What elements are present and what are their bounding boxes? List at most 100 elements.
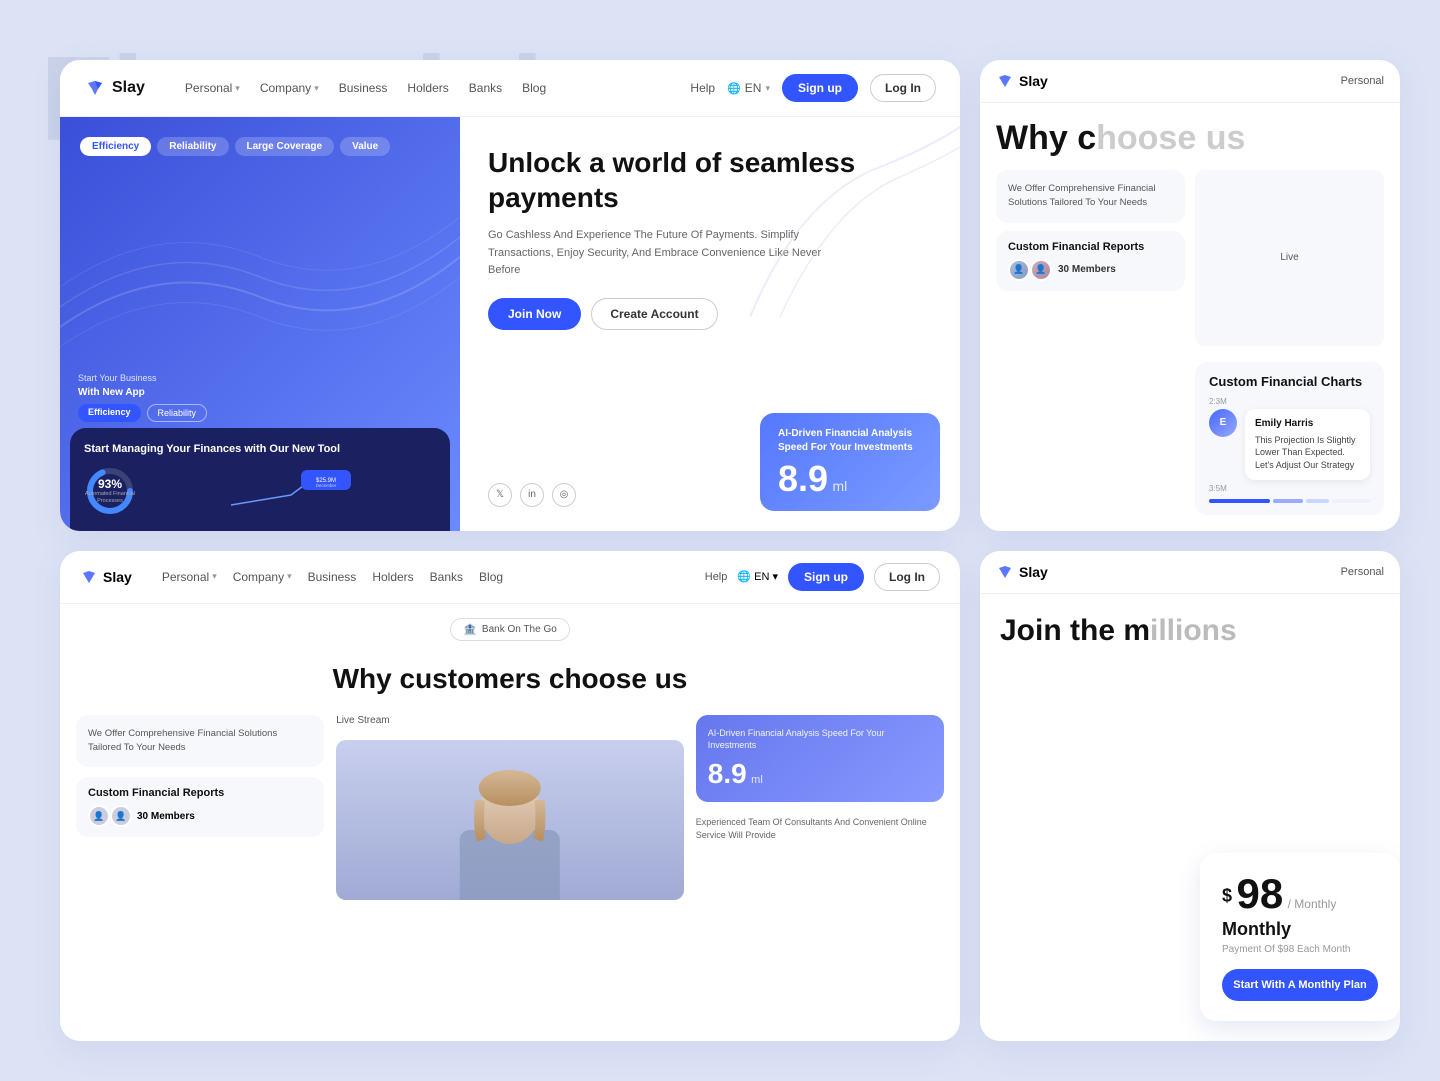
bottom-nav-blog[interactable]: Blog: [479, 570, 503, 584]
ai-bottom-card: AI-Driven Financial Analysis Speed For Y…: [696, 715, 944, 802]
bottom-login-button[interactable]: Log In: [874, 563, 940, 591]
tag-large-coverage[interactable]: Large Coverage: [235, 137, 335, 156]
bottom-member-count: 30 Members: [137, 811, 195, 822]
nav-language[interactable]: 🌐 EN ▾: [727, 81, 770, 95]
bottom-custom-reports: Custom Financial Reports 👤 👤 30 Members: [76, 777, 324, 837]
mini-chart: $25.9M December: [146, 465, 436, 517]
nav-right: Help 🌐 EN ▾ Sign up Log In: [690, 74, 936, 102]
emily-message: This Projection Is Slightly Lower Than E…: [1255, 434, 1360, 472]
bank-badge: 🏦 Bank On The Go: [450, 618, 570, 641]
why-left-subcards: We Offer Comprehensive Financial Solutio…: [996, 170, 1185, 515]
bottom-nav-personal[interactable]: Personal ▾: [162, 570, 217, 584]
chart-time2: 3:5M: [1209, 484, 1370, 493]
ai-number-row: 8.9 ml: [778, 461, 922, 497]
experienced-text: Experienced Team Of Consultants And Conv…: [696, 816, 944, 843]
bottom-lang[interactable]: 🌐 EN ▾: [737, 570, 778, 583]
chevron-down-icon: ▾: [235, 83, 240, 94]
why-customers-card: Slay Personal ▾ Company ▾ Business Holde…: [60, 551, 960, 1042]
mini-logo-icon: [996, 72, 1014, 90]
start-plan-button[interactable]: Start With A Monthly Plan: [1222, 969, 1378, 1001]
bottom-nav-holders[interactable]: Holders: [372, 570, 413, 584]
nav-business[interactable]: Business: [339, 81, 388, 95]
nav-blog[interactable]: Blog: [522, 81, 546, 95]
why-customers-heading: Why customers choose us: [80, 663, 940, 695]
live-stream-person: [336, 740, 684, 900]
ai-bottom-title: AI-Driven Financial Analysis Speed For Y…: [708, 727, 932, 752]
tag-efficiency[interactable]: Efficiency: [80, 137, 151, 156]
comprehensive-card: We Offer Comprehensive Financial Solutio…: [996, 170, 1185, 223]
logo-icon: [84, 77, 106, 99]
donut-percent: 93%: [98, 477, 122, 491]
features-grid: We Offer Comprehensive Financial Solutio…: [60, 715, 960, 916]
price-desc: Payment Of $98 Each Month: [1222, 944, 1378, 955]
price-period: / Monthly: [1288, 897, 1337, 911]
app-mockup: Start Your Business With New App Efficie…: [70, 373, 450, 530]
bottom-member-2: 👤: [110, 805, 132, 827]
ai-card-title: AI-Driven Financial Analysis Speed For Y…: [778, 427, 922, 455]
hero-navbar: Slay Personal ▾ Company ▾ Business Holde…: [60, 60, 960, 117]
why-right-subcards: Live Custom Financial Charts 2:3M E Emil…: [1195, 170, 1384, 515]
custom-reports-card: Custom Financial Reports 👤 👤 30 Members: [996, 231, 1185, 291]
why-heading: Why choose us: [996, 119, 1384, 158]
live-stream-area: Live: [1195, 170, 1384, 346]
nav-company[interactable]: Company ▾: [260, 81, 319, 95]
pricing-card: $ 98 / Monthly Monthly Payment Of $98 Ea…: [1200, 853, 1400, 1021]
right-bottom-navbar: Slay Personal: [980, 551, 1400, 594]
nav-personal[interactable]: Personal ▾: [185, 81, 240, 95]
bottom-members-row: 👤 👤 30 Members: [88, 805, 312, 827]
bottom-nav-company[interactable]: Company ▾: [233, 570, 292, 584]
x-social-icon[interactable]: 𝕏: [488, 483, 512, 507]
bottom-nav-banks[interactable]: Banks: [430, 570, 463, 584]
bottom-logo-icon: [80, 568, 98, 586]
signup-button[interactable]: Sign up: [782, 74, 858, 102]
members-row: 👤 👤 30 Members: [1008, 259, 1173, 281]
app-label1: Start Your Business: [78, 373, 442, 383]
hero-card: Slay Personal ▾ Company ▾ Business Holde…: [60, 60, 960, 531]
member-count: 30 Members: [1058, 264, 1116, 275]
ai-bottom-unit: ml: [751, 774, 763, 786]
hero-waves: [60, 177, 460, 377]
comprehensive-feature-card: We Offer Comprehensive Financial Solutio…: [76, 715, 324, 768]
bottom-logo[interactable]: Slay: [80, 568, 132, 586]
bank-badge-wrap: 🏦 Bank On The Go: [60, 604, 960, 655]
chart-subcard: Custom Financial Charts 2:3M E Emily Har…: [1195, 362, 1384, 515]
right-top-navbar: Slay Personal: [980, 60, 1400, 103]
tag-value[interactable]: Value: [340, 137, 390, 156]
hero-tags: Efficiency Reliability Large Coverage Va…: [80, 137, 440, 156]
emily-name: Emily Harris: [1255, 417, 1360, 431]
bottom-nav-links: Personal ▾ Company ▾ Business Holders Ba…: [162, 570, 705, 584]
create-account-button[interactable]: Create Account: [591, 298, 717, 330]
bottom-reports-title: Custom Financial Reports: [88, 787, 312, 799]
logo[interactable]: Slay: [84, 77, 145, 99]
comprehensive-text: We Offer Comprehensive Financial Solutio…: [1008, 182, 1173, 211]
join-now-button[interactable]: Join Now: [488, 298, 581, 330]
login-button[interactable]: Log In: [870, 74, 936, 102]
why-heading-area: Why choose us: [980, 103, 1400, 162]
join-card: Slay Personal Join the millions $ 98 / M…: [980, 551, 1400, 1042]
mockup-tag-reliability[interactable]: Reliability: [147, 404, 208, 422]
bottom-member-1: 👤: [88, 805, 110, 827]
right-bottom-logo-icon: [996, 563, 1014, 581]
ai-card: AI-Driven Financial Analysis Speed For Y…: [760, 413, 940, 511]
nav-banks[interactable]: Banks: [469, 81, 502, 95]
mockup-tags: Efficiency Reliability: [78, 404, 442, 422]
right-bottom-logo[interactable]: Slay: [996, 563, 1048, 581]
linkedin-social-icon[interactable]: in: [520, 483, 544, 507]
instagram-social-icon[interactable]: ◎: [552, 483, 576, 507]
mockup-tag-efficiency[interactable]: Efficiency: [78, 404, 141, 422]
right-top-personal[interactable]: Personal: [1341, 75, 1384, 87]
feature-col-2: Live Stream: [336, 715, 684, 900]
bottom-signup-button[interactable]: Sign up: [788, 563, 864, 591]
bottom-nav-business[interactable]: Business: [308, 570, 357, 584]
member-avatar-1: 👤: [1008, 259, 1030, 281]
tag-reliability[interactable]: Reliability: [157, 137, 228, 156]
chart-title: Custom Financial Charts: [1209, 374, 1370, 389]
price-row: $ 98 / Monthly: [1222, 873, 1378, 915]
nav-holders[interactable]: Holders: [407, 81, 448, 95]
nav-help: Help: [690, 81, 715, 95]
price-amount: 98: [1236, 870, 1283, 917]
feature-col-1: We Offer Comprehensive Financial Solutio…: [76, 715, 324, 900]
bottom-nav-right: Help 🌐 EN ▾ Sign up Log In: [705, 563, 940, 591]
right-bottom-personal[interactable]: Personal: [1341, 566, 1384, 578]
right-top-logo[interactable]: Slay: [996, 72, 1048, 90]
